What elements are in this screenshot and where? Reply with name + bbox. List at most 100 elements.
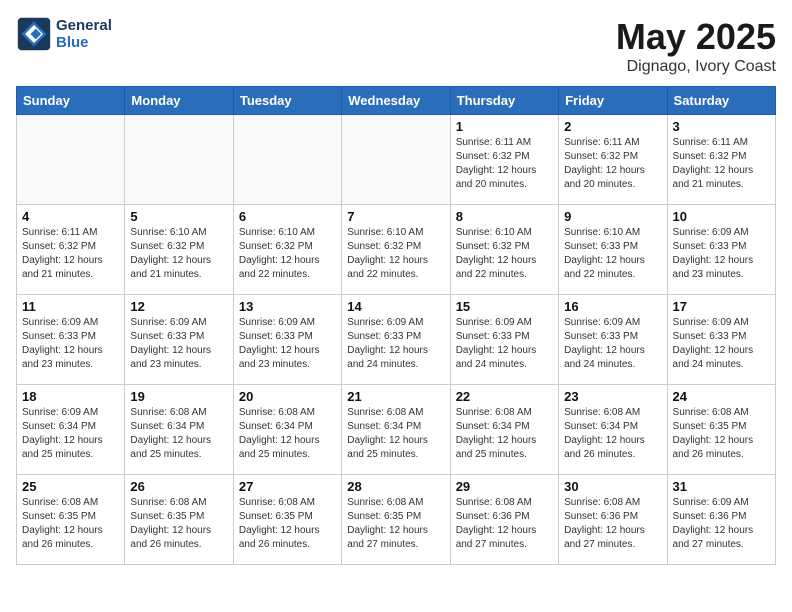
day-info: Sunrise: 6:08 AM Sunset: 6:34 PM Dayligh… bbox=[239, 406, 336, 462]
day-info: Sunrise: 6:08 AM Sunset: 6:34 PM Dayligh… bbox=[456, 406, 553, 462]
day-info: Sunrise: 6:09 AM Sunset: 6:36 PM Dayligh… bbox=[673, 496, 770, 552]
month-title: May 2025 bbox=[616, 16, 776, 58]
calendar-cell: 8 Sunrise: 6:10 AM Sunset: 6:32 PM Daylig… bbox=[450, 205, 558, 295]
calendar-cell: 1Sunrise: 6:11 AM Sunset: 6:32 PM Daylig… bbox=[450, 115, 558, 205]
calendar-cell: 13 Sunrise: 6:09 AM Sunset: 6:33 PM Dayli… bbox=[233, 295, 341, 385]
day-info: Sunrise: 6:11 AM Sunset: 6:32 PM Dayligh… bbox=[673, 136, 770, 192]
calendar-week-4: 18 Sunrise: 6:09 AM Sunset: 6:34 PM Dayli… bbox=[17, 385, 776, 475]
day-number: 24 bbox=[673, 389, 770, 404]
day-info: Sunrise: 6:09 AM Sunset: 6:33 PM Dayligh… bbox=[239, 316, 336, 372]
day-info: Sunrise: 6:08 AM Sunset: 6:35 PM Dayligh… bbox=[130, 496, 227, 552]
day-info: Sunrise: 6:08 AM Sunset: 6:35 PM Dayligh… bbox=[239, 496, 336, 552]
weekday-header-wednesday: Wednesday bbox=[342, 87, 450, 115]
day-info: Sunrise: 6:11 AM Sunset: 6:32 PM Dayligh… bbox=[564, 136, 661, 192]
calendar-cell: 21 Sunrise: 6:08 AM Sunset: 6:34 PM Dayli… bbox=[342, 385, 450, 475]
day-number: 4 bbox=[22, 209, 119, 224]
calendar-cell: 29 Sunrise: 6:08 AM Sunset: 6:36 PM Dayli… bbox=[450, 475, 558, 565]
day-number: 13 bbox=[239, 299, 336, 314]
day-number: 27 bbox=[239, 479, 336, 494]
day-number: 18 bbox=[22, 389, 119, 404]
calendar-cell bbox=[125, 115, 233, 205]
page-header: General Blue May 2025 Dignago, Ivory Coa… bbox=[16, 16, 776, 76]
day-info: Sunrise: 6:10 AM Sunset: 6:32 PM Dayligh… bbox=[456, 226, 553, 282]
weekday-header-saturday: Saturday bbox=[667, 87, 775, 115]
calendar-table: SundayMondayTuesdayWednesdayThursdayFrid… bbox=[16, 86, 776, 565]
day-info: Sunrise: 6:10 AM Sunset: 6:32 PM Dayligh… bbox=[130, 226, 227, 282]
day-number: 30 bbox=[564, 479, 661, 494]
weekday-header-tuesday: Tuesday bbox=[233, 87, 341, 115]
calendar-cell bbox=[233, 115, 341, 205]
day-info: Sunrise: 6:09 AM Sunset: 6:33 PM Dayligh… bbox=[564, 316, 661, 372]
calendar-cell: 31 Sunrise: 6:09 AM Sunset: 6:36 PM Dayli… bbox=[667, 475, 775, 565]
day-info: Sunrise: 6:08 AM Sunset: 6:35 PM Dayligh… bbox=[22, 496, 119, 552]
day-info: Sunrise: 6:08 AM Sunset: 6:34 PM Dayligh… bbox=[130, 406, 227, 462]
day-number: 22 bbox=[456, 389, 553, 404]
calendar-cell: 22 Sunrise: 6:08 AM Sunset: 6:34 PM Dayli… bbox=[450, 385, 558, 475]
weekday-header-row: SundayMondayTuesdayWednesdayThursdayFrid… bbox=[17, 87, 776, 115]
day-info: Sunrise: 6:09 AM Sunset: 6:33 PM Dayligh… bbox=[673, 226, 770, 282]
calendar-week-1: 1 Sunrise: 6:11 AM Sunset: 6:32 PM Daylig… bbox=[17, 115, 776, 205]
day-number: 7 bbox=[347, 209, 444, 224]
day-number: 29 bbox=[456, 479, 553, 494]
calendar-cell: 24 Sunrise: 6:08 AM Sunset: 6:35 PM Dayli… bbox=[667, 385, 775, 475]
day-number: 16 bbox=[564, 299, 661, 314]
day-number: 19 bbox=[130, 389, 227, 404]
day-info: Sunrise: 6:08 AM Sunset: 6:35 PM Dayligh… bbox=[347, 496, 444, 552]
day-number: 15 bbox=[456, 299, 553, 314]
calendar-week-5: 25 Sunrise: 6:08 AM Sunset: 6:35 PM Dayli… bbox=[17, 475, 776, 565]
day-info: Sunrise: 6:08 AM Sunset: 6:36 PM Dayligh… bbox=[456, 496, 553, 552]
day-info: Sunrise: 6:09 AM Sunset: 6:33 PM Dayligh… bbox=[347, 316, 444, 372]
calendar-cell: 2 Sunrise: 6:11 AM Sunset: 6:32 PM Daylig… bbox=[559, 115, 667, 205]
day-number: 1 bbox=[456, 119, 553, 134]
calendar-cell: 18 Sunrise: 6:09 AM Sunset: 6:34 PM Dayli… bbox=[17, 385, 125, 475]
calendar-cell: 27 Sunrise: 6:08 AM Sunset: 6:35 PM Dayli… bbox=[233, 475, 341, 565]
day-info: Sunrise: 6:08 AM Sunset: 6:34 PM Dayligh… bbox=[347, 406, 444, 462]
day-number: 6 bbox=[239, 209, 336, 224]
calendar-cell: 23 Sunrise: 6:08 AM Sunset: 6:34 PM Dayli… bbox=[559, 385, 667, 475]
logo: General Blue bbox=[16, 16, 112, 52]
calendar-cell: 11Sunrise: 6:09 AM Sunset: 6:33 PM Dayli… bbox=[17, 295, 125, 385]
weekday-header-sunday: Sunday bbox=[17, 87, 125, 115]
day-number: 17 bbox=[673, 299, 770, 314]
day-info: Sunrise: 6:08 AM Sunset: 6:36 PM Dayligh… bbox=[564, 496, 661, 552]
calendar-cell: 3Sunrise: 6:11 AM Sunset: 6:32 PM Daylig… bbox=[667, 115, 775, 205]
day-number: 11 bbox=[22, 299, 119, 314]
calendar-week-2: 4Sunrise: 6:11 AM Sunset: 6:32 PM Daylig… bbox=[17, 205, 776, 295]
calendar-cell: 30 Sunrise: 6:08 AM Sunset: 6:36 PM Dayli… bbox=[559, 475, 667, 565]
day-info: Sunrise: 6:10 AM Sunset: 6:32 PM Dayligh… bbox=[347, 226, 444, 282]
day-number: 2 bbox=[564, 119, 661, 134]
day-number: 25 bbox=[22, 479, 119, 494]
calendar-cell: 26Sunrise: 6:08 AM Sunset: 6:35 PM Dayli… bbox=[125, 475, 233, 565]
calendar-week-3: 11 Sunrise: 6:09 AM Sunset: 6:33 PM Dayli… bbox=[17, 295, 776, 385]
day-info: Sunrise: 6:10 AM Sunset: 6:32 PM Dayligh… bbox=[239, 226, 336, 282]
day-number: 28 bbox=[347, 479, 444, 494]
day-number: 31 bbox=[673, 479, 770, 494]
calendar-cell: 10 Sunrise: 6:09 AM Sunset: 6:33 PM Dayli… bbox=[667, 205, 775, 295]
weekday-header-thursday: Thursday bbox=[450, 87, 558, 115]
day-info: Sunrise: 6:10 AM Sunset: 6:33 PM Dayligh… bbox=[564, 226, 661, 282]
day-info: Sunrise: 6:08 AM Sunset: 6:34 PM Dayligh… bbox=[564, 406, 661, 462]
day-number: 20 bbox=[239, 389, 336, 404]
day-number: 21 bbox=[347, 389, 444, 404]
day-info: Sunrise: 6:09 AM Sunset: 6:34 PM Dayligh… bbox=[22, 406, 119, 462]
location-title: Dignago, Ivory Coast bbox=[616, 58, 776, 76]
day-number: 23 bbox=[564, 389, 661, 404]
calendar-cell bbox=[342, 115, 450, 205]
day-number: 9 bbox=[564, 209, 661, 224]
weekday-header-friday: Friday bbox=[559, 87, 667, 115]
calendar-cell: 5 Sunrise: 6:10 AM Sunset: 6:32 PM Daylig… bbox=[125, 205, 233, 295]
calendar-cell: 20 Sunrise: 6:08 AM Sunset: 6:34 PM Dayli… bbox=[233, 385, 341, 475]
day-number: 8 bbox=[456, 209, 553, 224]
calendar-cell: 28 Sunrise: 6:08 AM Sunset: 6:35 PM Dayli… bbox=[342, 475, 450, 565]
calendar-cell bbox=[17, 115, 125, 205]
day-info: Sunrise: 6:08 AM Sunset: 6:35 PM Dayligh… bbox=[673, 406, 770, 462]
logo-icon bbox=[16, 16, 52, 52]
calendar-cell: 17Sunrise: 6:09 AM Sunset: 6:33 PM Dayli… bbox=[667, 295, 775, 385]
calendar-cell: 4Sunrise: 6:11 AM Sunset: 6:32 PM Daylig… bbox=[17, 205, 125, 295]
day-number: 10 bbox=[673, 209, 770, 224]
calendar-cell: 12Sunrise: 6:09 AM Sunset: 6:33 PM Dayli… bbox=[125, 295, 233, 385]
day-info: Sunrise: 6:09 AM Sunset: 6:33 PM Dayligh… bbox=[456, 316, 553, 372]
calendar-cell: 19 Sunrise: 6:08 AM Sunset: 6:34 PM Dayli… bbox=[125, 385, 233, 475]
calendar-cell: 9 Sunrise: 6:10 AM Sunset: 6:33 PM Daylig… bbox=[559, 205, 667, 295]
day-number: 5 bbox=[130, 209, 227, 224]
